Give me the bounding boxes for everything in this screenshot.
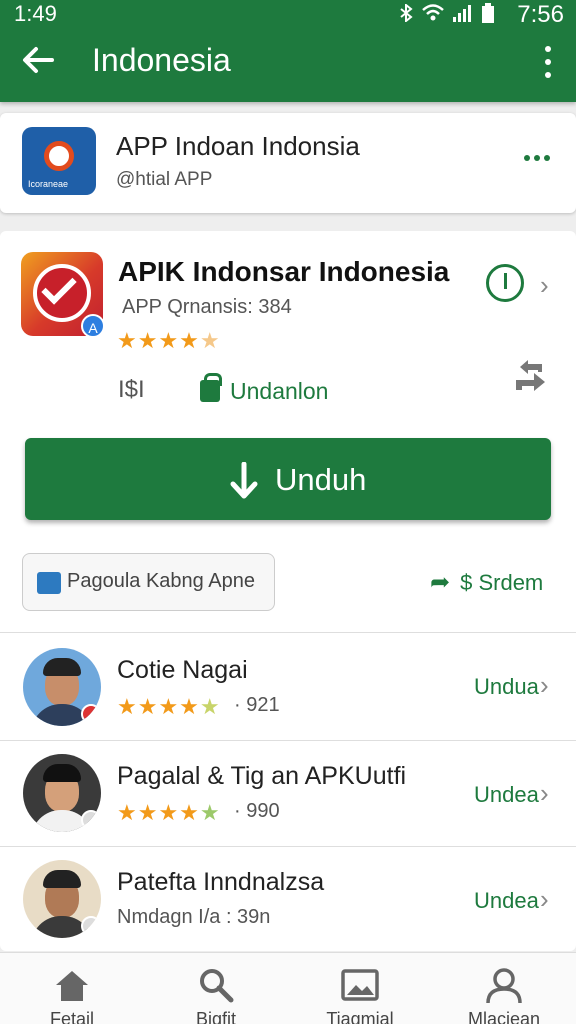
list-item-title: Cotie Nagai [117,656,248,684]
send-label: $ Srdem [460,570,544,595]
divider [0,632,576,633]
app-icon-badge: A [81,314,105,338]
list-item-meta: · 990 [234,800,280,822]
forward-arrow-icon: ➦ [430,569,451,596]
person-icon [486,968,522,1004]
list-item-action[interactable]: Undua [474,674,539,700]
download-button-label: Unduh [275,462,367,497]
status-time-left: 1:49 [14,1,57,26]
nav-item-home[interactable]: Fetail [0,953,144,1024]
featured-app-title: APP Indoan Indonsia [116,131,360,161]
shopping-bag-icon [200,373,222,402]
nav-item-account[interactable]: Mlaciean [432,953,576,1024]
nav-item-gallery[interactable]: Tiagmial [288,953,432,1024]
more-vert-icon[interactable] [538,46,558,78]
app-icon: A [21,252,105,338]
battery-icon [482,3,494,23]
avatar [23,754,101,832]
chevron-right-icon[interactable]: › [540,884,549,915]
list-item-action[interactable]: Undea [474,888,539,914]
app-rating-stars: ★★★★★ [117,328,221,353]
featured-app-icon: Icoraneae [22,127,96,195]
avatar [23,648,101,726]
list-item-title: Patefta Inndnalzsa [117,868,325,896]
list-item-meta: · 921 [234,694,280,716]
nav-item-label: Fetail [49,1009,94,1024]
signal-icon [453,5,471,22]
app-price: I$I [118,376,145,403]
chevron-right-icon[interactable]: › [540,778,549,809]
image-icon [341,969,379,1001]
download-arrow-icon [230,462,258,499]
status-icons [398,3,494,23]
avatar [23,860,101,938]
search-icon [200,969,234,1003]
status-time-right: 7:56 [517,1,564,28]
featured-app-card[interactable]: Icoraneae APP Indoan Indonsia @htial APP [0,113,576,213]
list-item-stars: ★★★★★ [117,694,221,719]
bluetooth-icon [400,4,413,22]
store-label[interactable]: Undanlon [230,378,328,405]
bottom-nav: Fetail Bigfit Tiagmial Mlaciean [0,952,576,1024]
chevron-right-icon[interactable]: › [540,670,549,701]
app-subtitle: APP Qrnansis: 384 [122,296,292,318]
briefcase-icon [37,572,61,594]
app-title: APIK Indonsar Indonesia [118,256,450,287]
share-icon[interactable] [512,360,548,396]
home-icon [56,971,88,1001]
list-item-action[interactable]: Undea [474,782,539,808]
back-arrow-icon[interactable] [18,40,58,80]
download-button[interactable]: Unduh [25,438,551,520]
divider [0,846,576,847]
list-item-meta: Nmdagn I/a : 39n [117,906,271,928]
nav-item-search[interactable]: Bigfit [144,953,288,1024]
nav-item-label: Mlaciean [467,1009,541,1024]
category-chip[interactable]: Pagoula Kabng Apne [22,553,275,611]
category-chip-label: Pagoula Kabng Apne [67,570,255,592]
timer-icon[interactable] [486,264,524,302]
list-item-title: Pagalal & Tig an APKUutfi [117,762,407,790]
nav-item-label: Tiagmial [326,1009,394,1024]
status-bar: 1:49 7:56 [0,0,576,28]
featured-icon-label: Icoraneae [28,179,69,189]
wifi-icon [422,4,444,21]
divider [0,740,576,741]
chevron-right-icon[interactable]: › [540,270,549,301]
page-title: Indonesia [92,42,231,78]
featured-app-subtitle: @htial APP [116,169,213,190]
list-item-stars: ★★★★★ [117,800,221,825]
nav-item-label: Bigfit [195,1009,237,1024]
send-link[interactable]: ➦ $ Srdem [430,568,543,597]
more-horiz-icon[interactable] [524,155,550,161]
